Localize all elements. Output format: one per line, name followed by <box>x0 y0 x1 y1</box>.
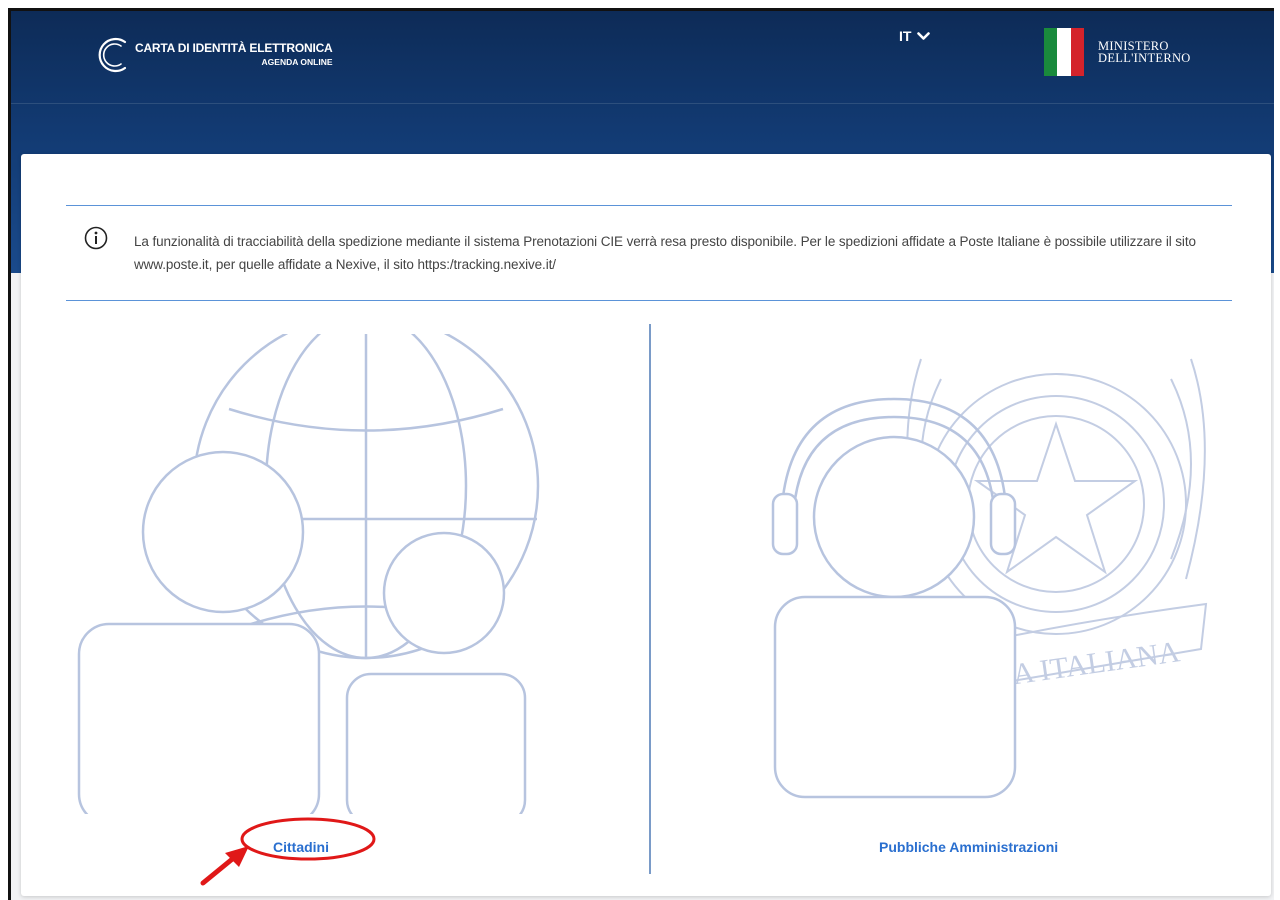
citizens-illustration[interactable] <box>61 334 581 814</box>
chevron-down-icon <box>917 31 931 40</box>
site-logo[interactable]: CARTA DI IDENTITÀ ELETTRONICA AGENDA ONL… <box>91 33 333 77</box>
main-card: La funzionalità di tracciabilità della s… <box>21 154 1271 896</box>
support-agent-icon <box>771 397 1017 799</box>
cie-logo-icon <box>98 37 127 73</box>
info-icon <box>84 226 108 250</box>
notice-text: La funzionalità di tracciabilità della s… <box>134 234 1196 272</box>
public-admin-illustration[interactable]: CA ITALIANA <box>751 339 1231 809</box>
adult-person-icon <box>77 450 321 814</box>
citizens-link[interactable]: Cittadini <box>273 839 329 855</box>
panel-divider <box>649 324 651 874</box>
child-person-icon <box>345 531 527 814</box>
header-divider <box>11 103 1274 104</box>
app-subtitle: AGENDA ONLINE <box>261 57 333 68</box>
app-title: CARTA DI IDENTITÀ ELETTRONICA <box>135 41 333 56</box>
ministry-logo[interactable]: MINISTERO DELL'INTERNO <box>1044 28 1191 76</box>
emblem-text: CA ITALIANA <box>991 635 1182 694</box>
language-label: IT <box>899 28 912 44</box>
browser-viewport: CARTA DI IDENTITÀ ELETTRONICA AGENDA ONL… <box>8 8 1274 900</box>
ministry-line-2: DELL'INTERNO <box>1098 51 1191 65</box>
info-notice: La funzionalità di tracciabilità della s… <box>66 205 1232 301</box>
language-selector[interactable]: IT <box>899 28 931 44</box>
italian-flag-icon <box>1044 28 1084 76</box>
public-administrations-link[interactable]: Pubbliche Amministrazioni <box>879 839 1058 855</box>
